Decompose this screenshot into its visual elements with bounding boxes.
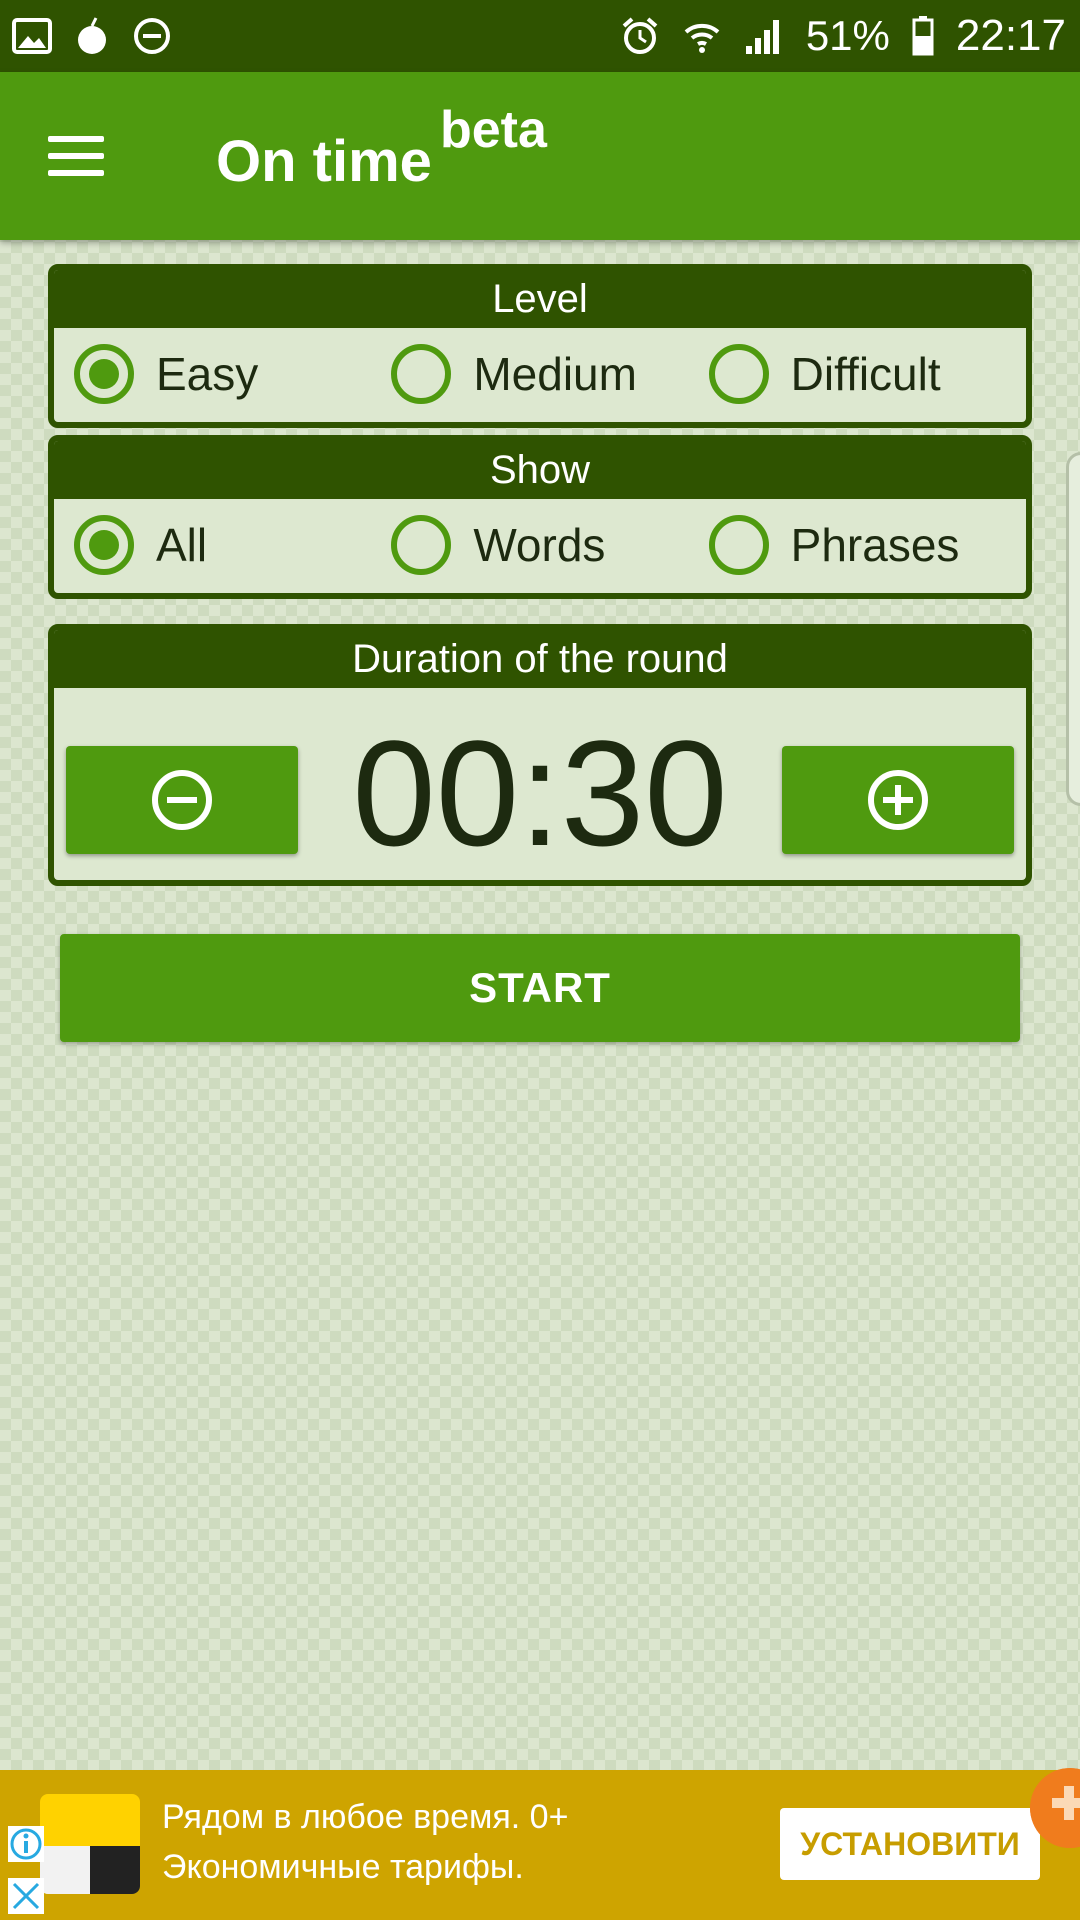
ad-banner[interactable]: Рядом в любое время. 0+ Экономичные тари… [0,1770,1080,1920]
level-option-medium[interactable]: Medium [391,344,708,404]
status-bar-right: 51% 22:17 [620,11,1066,61]
duration-panel: Duration of the round 00:30 [48,624,1032,886]
show-option-all[interactable]: All [74,515,391,575]
start-button[interactable]: START [60,934,1020,1042]
show-option-phrases[interactable]: Phrases [708,515,1026,575]
radio-unselected-icon [708,344,769,404]
menu-button[interactable] [48,124,112,188]
image-icon [12,18,52,54]
level-header: Level [54,270,1026,328]
show-options: All Words Phrases [54,499,1026,591]
option-label: Medium [473,348,637,400]
option-label: Words [473,519,606,571]
apple-icon [78,17,106,54]
wifi-icon [684,23,720,53]
ad-headline: Рядом в любое время. 0+ [162,1798,569,1836]
level-options: Easy Medium Difficult [54,328,1026,420]
battery-percent: 51% [805,12,890,59]
level-option-easy[interactable]: Easy [74,344,391,404]
ad-subline: Экономичные тарифы. [162,1848,524,1886]
ad-install-button[interactable]: УСТАНОВИТИ [780,1808,1040,1880]
option-label: Difficult [790,348,941,400]
ad-app-logo [40,1794,140,1894]
show-option-words[interactable]: Words [391,515,708,575]
menu-icon-line [48,170,104,176]
radio-unselected-icon [391,344,452,404]
plus-circle-icon [868,770,928,830]
status-bar-left [12,16,172,56]
radio-selected-icon [74,344,134,404]
app-title: On time [216,129,432,194]
close-icon[interactable] [8,1878,44,1914]
duration-header: Duration of the round [54,630,1026,688]
radio-unselected-icon [708,515,769,575]
signal-icon [745,20,779,54]
level-panel: Level Easy Medium Difficult [48,264,1032,428]
alarm-icon [622,17,658,54]
increase-duration-button[interactable] [782,746,1014,854]
side-drawer-handle[interactable] [1066,452,1080,806]
status-bar: 51% 22:17 [0,0,1080,72]
ad-logo-white [40,1846,90,1894]
clock: 22:17 [955,11,1066,60]
show-panel: Show All Words Phrases [48,435,1032,599]
battery-icon [912,16,934,56]
info-icon[interactable] [8,1826,44,1862]
option-label: Phrases [790,519,960,571]
beta-badge: beta [440,101,547,159]
option-label: Easy [156,348,259,400]
radio-unselected-icon [391,515,452,575]
show-header: Show [54,441,1026,499]
ad-logo-stripe [40,1846,140,1894]
option-label: All [156,519,208,571]
level-option-difficult[interactable]: Difficult [708,344,1026,404]
menu-icon-line [48,153,104,159]
radio-selected-icon [74,515,134,575]
do-not-disturb-icon [134,18,170,54]
menu-icon-line [48,136,104,142]
ad-logo-black [90,1846,140,1894]
app-bar: On time beta [0,72,1080,240]
timer-body: 00:30 [54,688,1026,880]
